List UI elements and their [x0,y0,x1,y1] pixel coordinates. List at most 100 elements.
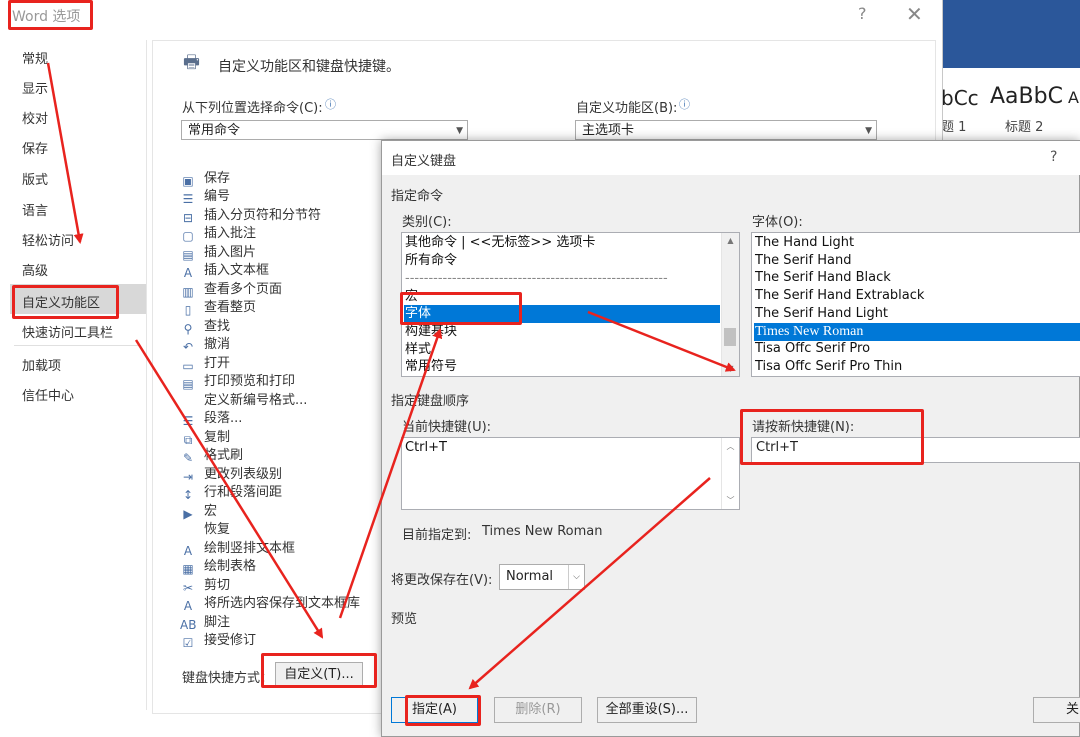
chevron-down-icon: ▼ [456,126,463,136]
list-item[interactable]: A 插入文本框 [180,262,269,280]
list-item[interactable]: ▶ 宏 [180,503,217,521]
save-in-value: Normal [506,569,554,584]
close-icon[interactable]: ✕ [906,2,923,26]
nav-item-language[interactable]: 语言 [22,200,48,219]
save-to-gallery-icon: A [183,598,193,613]
font-label: 字体(O): [752,215,803,230]
vertical-textbox-icon: A [183,543,193,558]
close-button[interactable]: 关 [1033,697,1080,723]
list-item[interactable]: ☰ 段落... [180,410,243,428]
choose-from-value: 常用命令 [188,123,241,138]
style-sample-2[interactable]: AaBbC [990,84,1063,109]
annotation-box-customize-ribbon [12,285,119,319]
nav-separator [14,345,138,346]
category-scrollbar[interactable]: ▲ ▼ [721,233,739,376]
style-sample-1[interactable]: bCc [941,86,979,110]
info-icon[interactable]: ⓘ [679,96,690,112]
font-list[interactable]: The Hand Light The Serif Hand The Serif … [751,232,1080,377]
list-item[interactable]: A 绘制竖排文本框 [180,540,295,558]
style-sample-3[interactable]: A [1068,88,1079,107]
list-item[interactable]: ▭ 打开 [180,355,230,373]
current-keys-scrollbar[interactable]: ︿ ﹀ [721,438,739,509]
page-break-icon: ⊟ [182,210,194,225]
nav-item-proofing[interactable]: 校对 [22,108,48,127]
list-item[interactable]: 样式 [404,341,737,359]
nav-item-display[interactable]: 显示 [22,78,48,97]
help-icon[interactable]: ? [1050,149,1057,165]
reset-all-button[interactable]: 全部重设(S)... [597,697,697,723]
remove-button[interactable]: 删除(R) [494,697,582,723]
list-item[interactable]: 定义新编号格式... [180,392,307,410]
table-icon: ▦ [182,561,194,576]
nav-item-advanced[interactable]: 高级 [22,260,48,279]
list-item[interactable]: ☑ 接受修订 [180,632,256,650]
list-item[interactable]: ▢ 插入批注 [180,225,256,243]
nav-item-layout[interactable]: 版式 [22,169,48,188]
list-item[interactable]: The Serif Hand Light [754,305,1079,323]
blank-icon [180,394,196,408]
blank-icon [180,523,196,537]
save-in-combo[interactable]: Normal ⌵ [499,564,585,590]
choose-from-combo[interactable]: 常用命令 ▼ [181,120,468,140]
list-item-selected[interactable]: Times New Roman [754,323,1080,341]
current-keys-list[interactable]: Ctrl+T ︿ ﹀ [401,437,740,510]
list-item[interactable]: Tisa Offc Serif Pro [754,340,1079,358]
annotation-box-customize-button [261,653,377,688]
list-item[interactable]: 所有命令 [404,252,737,270]
list-item[interactable]: ▤ 打印预览和打印 [180,373,295,391]
list-item[interactable]: ▤ 插入图片 [180,244,256,262]
list-item[interactable]: ▦ 绘制表格 [180,558,256,576]
list-item[interactable]: 恢复 [180,521,230,539]
list-item[interactable]: The Serif Hand [754,252,1079,270]
list-item[interactable]: The Serif Hand Black [754,269,1079,287]
info-icon[interactable]: ⓘ [325,96,336,112]
nav-item-accessibility[interactable]: 轻松访问 [22,230,74,249]
list-item[interactable]: ☰ 编号 [180,188,230,206]
list-item[interactable]: 常用符号 [404,358,737,376]
annotation-box-assign-button [405,695,481,726]
list-item[interactable]: AB 脚注 [180,614,230,632]
scroll-thumb[interactable] [724,328,736,346]
list-item[interactable]: ↕ 行和段落间距 [180,484,282,502]
whole-page-icon: ▯ [184,302,192,317]
annotation-box-title [8,0,93,30]
list-item[interactable]: The Serif Hand Extrablack [754,287,1079,305]
list-item[interactable]: Tisa Offc Serif Pro Thin [754,358,1079,376]
nav-item-trust-center[interactable]: 信任中心 [22,385,74,404]
list-item[interactable]: ↶ 撤消 [180,336,230,354]
list-item[interactable]: The Hand Light [754,234,1079,252]
customize-ribbon-combo[interactable]: 主选项卡 ▼ [575,120,877,140]
help-icon[interactable]: ? [858,4,867,23]
customize-ribbon-icon: 🖶 [183,52,200,73]
list-item[interactable]: ▯ 查看整页 [180,299,256,317]
key-sequence-heading: 指定键盘顺序 [391,394,470,409]
scroll-up-icon[interactable]: ︿ [722,441,739,452]
list-item[interactable]: 其他命令 | <<无标签>> 选项卡 [404,234,737,252]
line-spacing-icon: ↕ [182,487,194,502]
category-label: 类别(C): [402,215,452,230]
footnote-icon: AB [180,617,197,632]
list-item[interactable]: Ctrl+T [404,439,737,457]
command-list[interactable]: ▣ 保存 ☰ 编号 ⊟ 插入分页符和分节符 ▢ 插入批注 ▤ 插入图片 A 插入文本框 ▥ 查… [180,165,380,655]
numbering-icon: ☰ [182,191,194,206]
list-item[interactable]: ⧉ 复制 [180,429,230,447]
nav-item-quick-access-toolbar[interactable]: 快速访问工具栏 [22,322,113,341]
nav-item-general[interactable]: 常规 [22,48,48,67]
list-item[interactable]: ✎ 格式刷 [180,447,243,465]
list-item[interactable]: A 将所选内容保存到文本框库 [180,595,360,613]
list-item[interactable]: ⚲ 查找 [180,318,230,336]
list-item[interactable]: ⇥ 更改列表级别 [180,466,282,484]
nav-item-save[interactable]: 保存 [22,138,48,157]
list-item[interactable]: 构建基块 [404,323,737,341]
list-item[interactable]: ✂ 剪切 [180,577,230,595]
list-item[interactable]: ▣ 保存 [180,170,230,188]
word-ribbon-strip [940,0,1080,68]
nav-item-add-ins[interactable]: 加载项 [22,355,61,374]
scroll-up-icon[interactable]: ▲ [722,236,739,245]
scroll-down-icon[interactable]: ▼ [722,364,739,373]
assigned-to-label: 目前指定到: [402,528,472,543]
list-item[interactable]: ⊟ 插入分页符和分节符 [180,207,321,225]
scroll-down-icon[interactable]: ﹀ [722,495,739,506]
list-level-icon: ⇥ [182,469,194,484]
list-item[interactable]: ▥ 查看多个页面 [180,281,282,299]
